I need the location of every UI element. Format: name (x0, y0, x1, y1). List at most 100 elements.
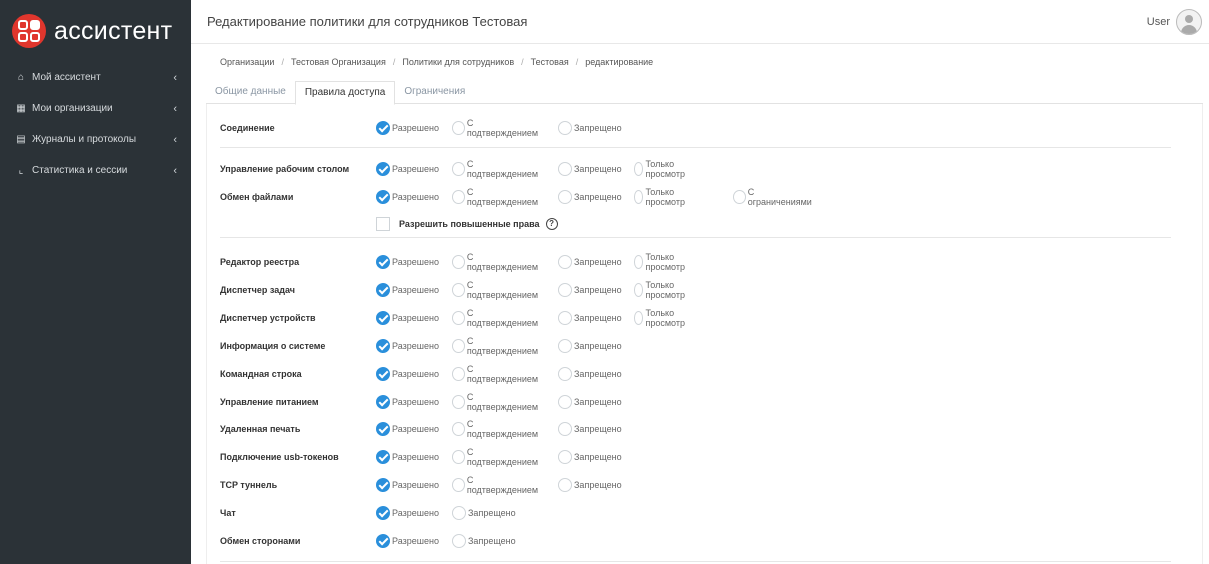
rule-option-denied[interactable]: Запрещено (452, 506, 516, 520)
breadcrumb-item[interactable]: Политики для сотрудников (402, 57, 514, 67)
radio-unchecked-icon[interactable] (452, 534, 466, 548)
radio-unchecked-icon[interactable] (634, 255, 644, 269)
avatar-icon[interactable] (1176, 8, 1202, 35)
rule-option-allowed[interactable]: Разрешено (376, 422, 439, 436)
radio-checked-icon[interactable] (376, 367, 390, 381)
tab-3[interactable]: Ограничения (395, 81, 474, 104)
breadcrumb-item[interactable]: Тестовая (531, 57, 569, 67)
sidebar-item-4[interactable]: ⌞ Статистика и сессии ‹ (0, 155, 191, 186)
radio-unchecked-icon[interactable] (452, 255, 465, 269)
radio-unchecked-icon[interactable] (558, 367, 572, 381)
chevron-left-icon[interactable]: ‹ (173, 134, 177, 146)
radio-checked-icon[interactable] (376, 311, 390, 325)
rule-option-denied[interactable]: Запрещено (558, 395, 622, 409)
radio-unchecked-icon[interactable] (558, 121, 572, 135)
rule-option-denied[interactable]: Запрещено (558, 190, 622, 204)
rule-option-view-only[interactable]: Только просмотр (634, 252, 690, 272)
user-name[interactable]: User (1147, 16, 1170, 28)
rule-option-view-only[interactable]: Только просмотр (634, 280, 690, 300)
rule-option-allowed[interactable]: Разрешено (376, 311, 439, 325)
rule-option-denied[interactable]: Запрещено (558, 478, 622, 492)
rule-option-allowed[interactable]: Разрешено (376, 339, 439, 353)
breadcrumb-item[interactable]: Тестовая Организация (291, 57, 386, 67)
radio-unchecked-icon[interactable] (452, 311, 465, 325)
rule-option-allowed[interactable]: Разрешено (376, 255, 439, 269)
rule-option-confirm[interactable]: С подтверждением (452, 187, 539, 207)
radio-checked-icon[interactable] (376, 534, 390, 548)
radio-unchecked-icon[interactable] (558, 395, 572, 409)
elevated-rights-checkbox[interactable] (376, 217, 390, 231)
rule-option-denied[interactable]: Запрещено (558, 255, 622, 269)
rule-option-denied[interactable]: Запрещено (558, 121, 622, 135)
rule-option-confirm[interactable]: С подтверждением (452, 118, 539, 138)
rule-option-confirm[interactable]: С подтверждением (452, 280, 539, 300)
radio-unchecked-icon[interactable] (558, 311, 572, 325)
rule-option-allowed[interactable]: Разрешено (376, 162, 439, 176)
user-menu[interactable]: User (1147, 8, 1202, 35)
radio-unchecked-icon[interactable] (558, 339, 572, 353)
rule-option-confirm[interactable]: С подтверждением (452, 308, 539, 328)
tab-1[interactable]: Общие данные (206, 81, 295, 104)
radio-unchecked-icon[interactable] (452, 162, 465, 176)
rule-option-allowed[interactable]: Разрешено (376, 283, 439, 297)
rule-option-confirm[interactable]: С подтверждением (452, 252, 539, 272)
radio-checked-icon[interactable] (376, 450, 390, 464)
rule-option-denied[interactable]: Запрещено (558, 367, 622, 381)
radio-unchecked-icon[interactable] (733, 190, 746, 204)
radio-unchecked-icon[interactable] (558, 283, 572, 297)
radio-checked-icon[interactable] (376, 395, 390, 409)
radio-checked-icon[interactable] (376, 255, 390, 269)
radio-checked-icon[interactable] (376, 190, 390, 204)
rule-option-limited[interactable]: С ограничениями (733, 187, 813, 207)
radio-checked-icon[interactable] (376, 162, 390, 176)
radio-unchecked-icon[interactable] (558, 422, 572, 436)
rule-option-denied[interactable]: Запрещено (558, 422, 622, 436)
rule-option-confirm[interactable]: С подтверждением (452, 419, 539, 439)
radio-unchecked-icon[interactable] (452, 367, 465, 381)
rule-option-allowed[interactable]: Разрешено (376, 478, 439, 492)
rule-option-denied[interactable]: Запрещено (558, 283, 622, 297)
rule-option-confirm[interactable]: С подтверждением (452, 364, 539, 384)
rule-option-confirm[interactable]: С подтверждением (452, 336, 539, 356)
rule-option-denied[interactable]: Запрещено (558, 339, 622, 353)
radio-unchecked-icon[interactable] (558, 190, 572, 204)
rule-option-allowed[interactable]: Разрешено (376, 121, 439, 135)
radio-unchecked-icon[interactable] (452, 283, 465, 297)
rule-option-view-only[interactable]: Только просмотр (634, 159, 690, 179)
radio-unchecked-icon[interactable] (558, 478, 572, 492)
radio-unchecked-icon[interactable] (452, 339, 465, 353)
rule-option-allowed[interactable]: Разрешено (376, 534, 439, 548)
sidebar-item-2[interactable]: ▦ Мои организации ‹ (0, 93, 191, 124)
radio-unchecked-icon[interactable] (558, 162, 572, 176)
radio-unchecked-icon[interactable] (452, 190, 465, 204)
brand-logo[interactable]: ассистент (0, 0, 191, 62)
chevron-left-icon[interactable]: ‹ (173, 103, 177, 115)
radio-checked-icon[interactable] (376, 422, 390, 436)
rule-option-allowed[interactable]: Разрешено (376, 506, 439, 520)
radio-checked-icon[interactable] (376, 506, 390, 520)
rule-option-denied[interactable]: Запрещено (558, 311, 622, 325)
radio-unchecked-icon[interactable] (452, 506, 466, 520)
rule-option-allowed[interactable]: Разрешено (376, 367, 439, 381)
sidebar-item-3[interactable]: ▤ Журналы и протоколы ‹ (0, 124, 191, 155)
rule-option-denied[interactable]: Запрещено (558, 450, 622, 464)
radio-unchecked-icon[interactable] (634, 311, 644, 325)
sidebar-item-1[interactable]: ⌂ Мой ассистент ‹ (0, 62, 191, 93)
radio-unchecked-icon[interactable] (634, 283, 644, 297)
rule-option-view-only[interactable]: Только просмотр (634, 187, 690, 207)
chevron-left-icon[interactable]: ‹ (173, 72, 177, 84)
rule-option-confirm[interactable]: С подтверждением (452, 447, 539, 467)
radio-unchecked-icon[interactable] (452, 121, 465, 135)
rule-option-denied[interactable]: Запрещено (452, 534, 516, 548)
radio-unchecked-icon[interactable] (634, 162, 644, 176)
rule-option-confirm[interactable]: С подтверждением (452, 475, 539, 495)
radio-unchecked-icon[interactable] (452, 450, 465, 464)
chevron-left-icon[interactable]: ‹ (173, 165, 177, 177)
radio-checked-icon[interactable] (376, 478, 390, 492)
rule-option-allowed[interactable]: Разрешено (376, 450, 439, 464)
help-icon[interactable]: ? (545, 218, 558, 230)
radio-checked-icon[interactable] (376, 121, 390, 135)
radio-unchecked-icon[interactable] (452, 422, 465, 436)
breadcrumb-item[interactable]: Организации (220, 57, 274, 67)
radio-checked-icon[interactable] (376, 339, 390, 353)
